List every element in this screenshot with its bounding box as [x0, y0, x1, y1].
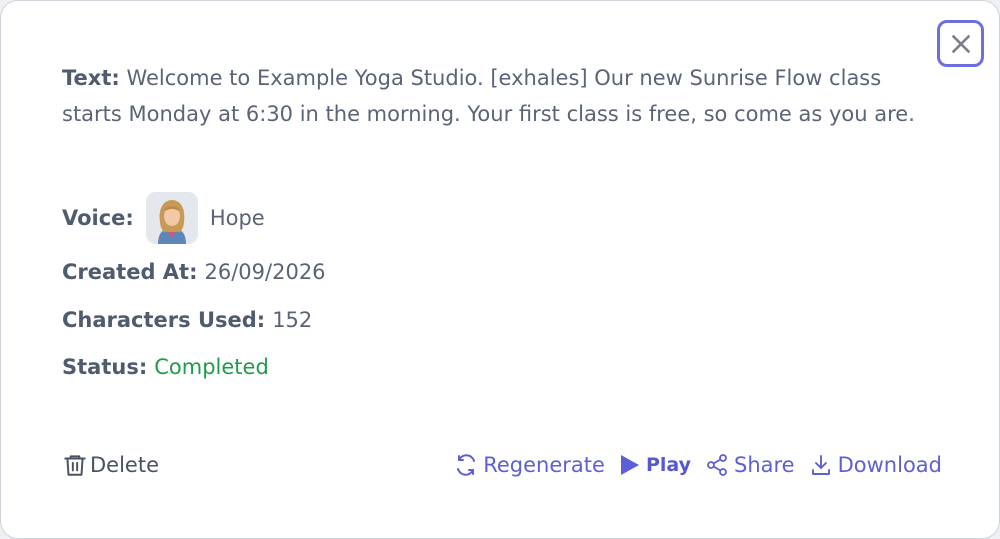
regenerate-label: Regenerate	[483, 453, 605, 477]
created-at-row: Created At: 26/09/2026	[62, 260, 326, 284]
refresh-icon	[457, 454, 476, 476]
download-label: Download	[837, 453, 942, 477]
share-button[interactable]: Share	[705, 453, 795, 477]
text-value: Welcome to Example Yoga Studio. [exhales…	[62, 66, 915, 126]
close-icon	[951, 34, 970, 53]
created-at-label: Created At:	[62, 260, 198, 284]
status-label: Status:	[62, 355, 148, 379]
close-button[interactable]	[937, 20, 984, 67]
characters-used-row: Characters Used: 152	[62, 308, 312, 332]
play-label: Play	[645, 454, 691, 476]
share-icon	[707, 454, 727, 476]
download-icon	[811, 455, 830, 475]
trash-icon	[64, 455, 86, 476]
text-label: Text:	[62, 66, 120, 90]
voice-label: Voice:	[62, 206, 134, 230]
delete-button[interactable]: Delete	[62, 446, 159, 484]
text-section: Text: Welcome to Example Yoga Studio. [e…	[62, 60, 942, 132]
regenerate-button[interactable]: Regenerate	[454, 453, 605, 477]
delete-label: Delete	[90, 453, 159, 477]
status-value: Completed	[154, 355, 269, 379]
play-icon	[620, 455, 639, 475]
download-button[interactable]: Download	[809, 453, 942, 477]
created-at-value: 26/09/2026	[204, 260, 326, 284]
primary-actions: Regenerate Play Share Download	[440, 446, 942, 484]
voice-row: Voice: Hope	[62, 192, 265, 244]
characters-used-label: Characters Used:	[62, 308, 266, 332]
voice-avatar	[145, 192, 198, 244]
voice-name: Hope	[209, 206, 265, 230]
share-label: Share	[734, 453, 795, 477]
play-button[interactable]: Play	[619, 453, 691, 477]
characters-used-value: 152	[272, 308, 313, 332]
action-bar: Delete Regenerate Play Share Download	[62, 446, 942, 484]
status-row: Status: Completed	[62, 355, 269, 379]
generation-details-dialog: Text: Welcome to Example Yoga Studio. [e…	[0, 0, 1000, 539]
text-paragraph: Text: Welcome to Example Yoga Studio. [e…	[62, 60, 942, 132]
